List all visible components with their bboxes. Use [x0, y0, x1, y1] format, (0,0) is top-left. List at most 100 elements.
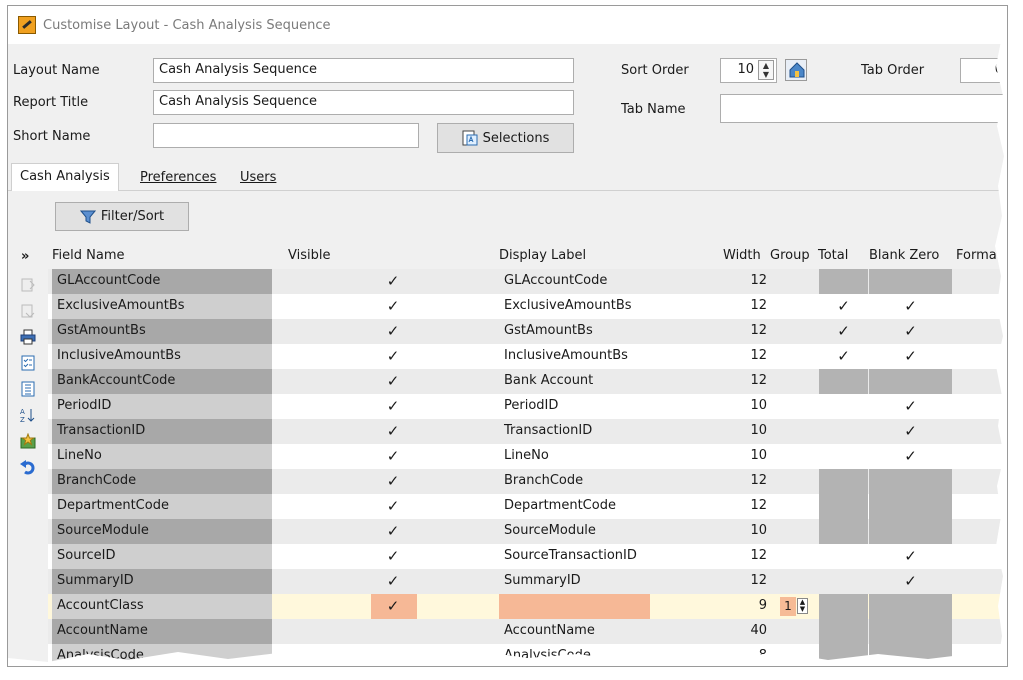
width-cell[interactable]: 12 — [660, 569, 776, 594]
group-value[interactable]: 1 — [780, 597, 796, 616]
group-cell[interactable] — [776, 644, 818, 666]
field-name-cell[interactable]: LineNo — [52, 444, 272, 469]
group-cell[interactable] — [776, 469, 818, 494]
visible-cell[interactable]: ✓ — [288, 594, 498, 619]
width-cell[interactable]: 12 — [660, 469, 776, 494]
display-label-cell[interactable]: TransactionID — [499, 419, 660, 444]
visible-cell[interactable]: ✓ — [288, 494, 498, 519]
total-cell[interactable]: ✓ — [819, 294, 868, 319]
format-cell[interactable] — [953, 269, 1007, 294]
display-label-cell[interactable]: PeriodID — [499, 394, 660, 419]
display-label-cell[interactable]: SourceTransactionID — [499, 544, 660, 569]
group-cell[interactable] — [776, 369, 818, 394]
format-cell[interactable] — [953, 544, 1007, 569]
blank-zero-cell[interactable] — [869, 469, 952, 494]
blank-zero-cell[interactable] — [869, 619, 952, 644]
format-cell[interactable] — [953, 469, 1007, 494]
format-cell[interactable] — [953, 594, 1007, 619]
total-cell[interactable] — [819, 369, 868, 394]
total-cell[interactable] — [819, 569, 868, 594]
header-total[interactable]: Total — [818, 248, 848, 263]
format-cell[interactable] — [953, 644, 1007, 666]
visible-cell[interactable]: ✓ — [288, 344, 498, 369]
total-cell[interactable] — [819, 494, 868, 519]
tab-order-input[interactable]: 0 — [960, 58, 1007, 83]
tab-name-input[interactable] — [720, 94, 1007, 123]
blank-zero-cell[interactable] — [869, 594, 952, 619]
table-row[interactable]: SourceID ✓ SourceTransactionID 12 ✓ — [48, 544, 1007, 569]
field-name-cell[interactable]: AccountName — [52, 619, 272, 644]
group-cell[interactable] — [776, 544, 818, 569]
display-label-cell[interactable]: SummaryID — [499, 569, 660, 594]
sort-order-spinner[interactable]: ▲ ▼ — [758, 60, 774, 80]
blank-zero-cell[interactable] — [869, 519, 952, 544]
group-cell[interactable] — [776, 269, 818, 294]
total-cell[interactable] — [819, 444, 868, 469]
report-title-input[interactable]: Cash Analysis Sequence — [153, 90, 574, 115]
format-cell[interactable] — [953, 369, 1007, 394]
blank-zero-cell[interactable]: ✓ — [869, 394, 952, 419]
format-cell[interactable] — [953, 494, 1007, 519]
visible-cell[interactable]: ✓ — [288, 519, 498, 544]
move-up-icon[interactable] — [20, 277, 36, 297]
field-name-cell[interactable]: BankAccountCode — [52, 369, 272, 394]
display-label-cell[interactable]: AnalysisCode — [499, 644, 660, 666]
table-row[interactable]: BranchCode ✓ BranchCode 12 — [48, 469, 1007, 494]
total-cell[interactable] — [819, 519, 868, 544]
display-label-cell[interactable] — [499, 594, 650, 619]
table-row[interactable]: BankAccountCode ✓ Bank Account 12 — [48, 369, 1007, 394]
group-cell[interactable] — [776, 419, 818, 444]
tab-users[interactable]: Users — [232, 165, 284, 191]
blank-zero-cell[interactable] — [869, 269, 952, 294]
table-row[interactable]: ExclusiveAmountBs ✓ ExclusiveAmountBs 12 ✓ ✓ — [48, 294, 1007, 319]
table-row[interactable]: TransactionID ✓ TransactionID 10 ✓ — [48, 419, 1007, 444]
blank-zero-cell[interactable]: ✓ — [869, 319, 952, 344]
total-cell[interactable] — [819, 594, 868, 619]
visible-cell[interactable]: ✓ — [288, 419, 498, 444]
total-cell[interactable] — [819, 469, 868, 494]
field-name-cell[interactable]: SummaryID — [52, 569, 272, 594]
blank-zero-cell[interactable]: ✓ — [869, 444, 952, 469]
total-cell[interactable] — [819, 269, 868, 294]
display-label-cell[interactable]: GstAmountBs — [499, 319, 660, 344]
display-label-cell[interactable]: ExclusiveAmountBs — [499, 294, 660, 319]
format-cell[interactable] — [953, 444, 1007, 469]
header-blank-zero[interactable]: Blank Zero — [869, 248, 939, 263]
group-cell[interactable] — [776, 519, 818, 544]
header-width[interactable]: Width — [723, 248, 761, 263]
visible-cell[interactable]: ✓ — [288, 569, 498, 594]
width-cell[interactable]: 12 — [660, 294, 776, 319]
checklist-icon[interactable] — [20, 355, 36, 375]
table-row[interactable]: InclusiveAmountBs ✓ InclusiveAmountBs 12 ✓ ✓ — [48, 344, 1007, 369]
header-visible[interactable]: Visible — [288, 248, 330, 263]
display-label-cell[interactable]: GLAccountCode — [499, 269, 660, 294]
total-cell[interactable] — [819, 419, 868, 444]
columns-icon[interactable] — [20, 381, 36, 401]
blank-zero-cell[interactable]: ✓ — [869, 294, 952, 319]
format-cell[interactable] — [953, 319, 1007, 344]
field-name-cell[interactable]: GstAmountBs — [52, 319, 272, 344]
group-cell[interactable] — [776, 569, 818, 594]
expand-icon[interactable]: » — [21, 249, 29, 264]
display-label-cell[interactable]: BranchCode — [499, 469, 660, 494]
group-cell[interactable] — [776, 444, 818, 469]
field-name-cell[interactable]: AccountClass — [52, 594, 272, 619]
header-display-label[interactable]: Display Label — [499, 248, 586, 263]
group-cell[interactable] — [776, 344, 818, 369]
width-cell[interactable]: 8 — [660, 644, 776, 666]
field-name-cell[interactable]: DepartmentCode — [52, 494, 272, 519]
tab-cash-analysis[interactable]: Cash Analysis — [11, 163, 119, 192]
field-name-cell[interactable]: InclusiveAmountBs — [52, 344, 272, 369]
group-spinner[interactable]: ▲ ▼ — [797, 598, 808, 614]
width-cell[interactable]: 12 — [660, 369, 776, 394]
group-cell[interactable] — [776, 394, 818, 419]
visible-cell[interactable]: ✓ — [288, 369, 498, 394]
header-group[interactable]: Group — [770, 248, 810, 263]
width-cell[interactable]: 9 — [660, 594, 776, 619]
width-cell[interactable]: 12 — [660, 319, 776, 344]
tab-preferences[interactable]: Preferences — [132, 165, 224, 191]
group-cell[interactable] — [776, 294, 818, 319]
visible-cell[interactable] — [288, 644, 498, 666]
blank-zero-cell[interactable] — [869, 644, 952, 666]
visible-cell[interactable]: ✓ — [288, 269, 498, 294]
